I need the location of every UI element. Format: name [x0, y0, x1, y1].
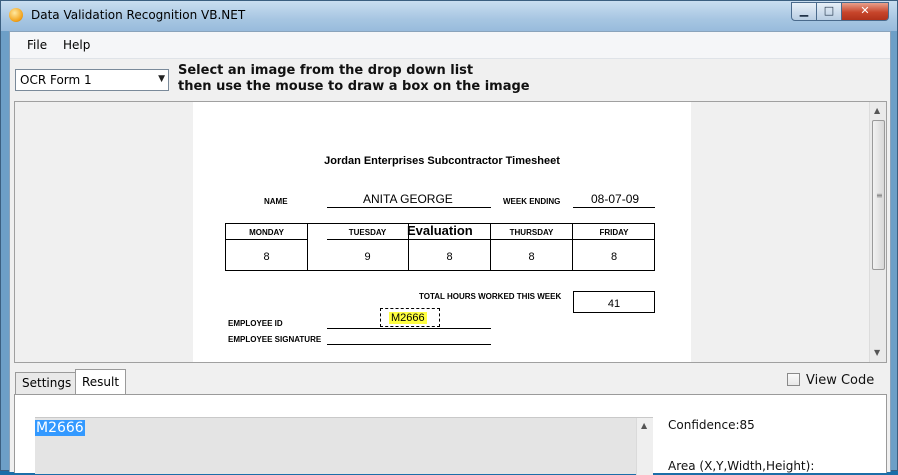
employee-id-label: EMPLOYEE ID — [228, 319, 283, 328]
title-bar[interactable]: Data Validation Recognition VB.NET ▁ □ ✕ — [1, 1, 897, 31]
day-cell: FRIDAY 8 — [573, 224, 655, 270]
window-title: Data Validation Recognition VB.NET — [31, 8, 246, 22]
signature-underline — [327, 344, 491, 345]
chevron-down-icon[interactable]: ▼ — [158, 74, 165, 84]
scroll-down-icon[interactable]: ▼ — [874, 348, 880, 357]
form-title: Jordan Enterprises Subcontractor Timeshe… — [324, 155, 560, 167]
day-label: THURSDAY — [491, 224, 572, 240]
confidence-label: Confidence:85 — [668, 418, 755, 432]
view-code-checkbox[interactable] — [787, 373, 800, 386]
result-vertical-scrollbar[interactable]: ▲ — [636, 418, 653, 475]
name-value: ANITA GEORGE — [363, 192, 453, 206]
week-ending-value: 08-07-09 — [591, 192, 640, 206]
day-cell: THURSDAY 8 — [491, 224, 573, 270]
app-icon — [9, 8, 23, 22]
menu-file[interactable]: File — [27, 38, 47, 52]
day-hours: 8 — [528, 251, 535, 263]
result-text: M2666 — [35, 420, 85, 436]
tab-strip: Settings Result View Code — [14, 369, 887, 394]
toolbar: OCR Form 1 ▼ Select an image from the dr… — [10, 59, 890, 99]
week-ending-label: WEEK ENDING — [503, 197, 561, 206]
app-window: Data Validation Recognition VB.NET ▁ □ ✕… — [0, 0, 898, 475]
selection-box[interactable]: M2666 — [380, 308, 440, 327]
scroll-thumb[interactable]: ≡ — [872, 120, 885, 270]
form-select-dropdown[interactable]: OCR Form 1 ▼ — [15, 69, 169, 91]
signature-label: EMPLOYEE SIGNATURE — [228, 335, 322, 344]
result-textbox[interactable]: M2666 ▲ — [35, 417, 653, 475]
view-code-label: View Code — [806, 373, 875, 388]
menu-bar: File Help — [10, 32, 890, 59]
menu-help[interactable]: Help — [63, 38, 90, 52]
employee-id-underline — [327, 328, 491, 329]
day-label: MONDAY — [226, 224, 307, 240]
day-hours: 8 — [263, 251, 270, 263]
instruction-line-2: then use the mouse to draw a box on the … — [178, 79, 530, 94]
minimize-button[interactable]: ▁ — [791, 2, 817, 21]
day-hours: 8 — [610, 251, 618, 263]
name-label: NAME — [264, 197, 288, 206]
scroll-up-icon[interactable]: ▲ — [874, 106, 880, 115]
tab-result[interactable]: Result — [75, 369, 127, 394]
timesheet-image[interactable]: Jordan Enterprises Subcontractor Timeshe… — [193, 102, 691, 362]
day-hours: 8 — [446, 251, 453, 263]
scroll-up-icon[interactable]: ▲ — [641, 421, 647, 430]
total-hours-label: TOTAL HOURS WORKED THIS WEEK — [419, 292, 562, 301]
day-label: TUESDAY — [327, 224, 408, 240]
day-label: FRIDAY — [573, 224, 655, 240]
name-underline — [327, 207, 491, 208]
grip-icon: ≡ — [876, 191, 883, 200]
day-cell: TUESDAY 9 — [327, 224, 409, 270]
total-hours-value: 41 — [573, 291, 655, 313]
day-cell: MONDAY 8 — [226, 224, 308, 270]
image-vertical-scrollbar[interactable]: ▲ ≡ ▼ — [869, 102, 886, 362]
maximize-button[interactable]: □ — [816, 2, 842, 21]
close-button[interactable]: ✕ — [841, 2, 889, 21]
week-ending-underline — [573, 207, 655, 208]
employee-id-value: M2666 — [389, 312, 427, 324]
image-viewer[interactable]: Jordan Enterprises Subcontractor Timeshe… — [14, 101, 887, 363]
evaluation-watermark: Evaluation — [407, 223, 473, 238]
form-select-value: OCR Form 1 — [20, 73, 92, 87]
tab-settings[interactable]: Settings — [15, 372, 79, 394]
instruction-line-1: Select an image from the drop down list — [178, 63, 474, 78]
client-area: File Help OCR Form 1 ▼ Select an image f… — [9, 31, 891, 475]
day-hours: 9 — [364, 251, 371, 263]
view-code-toggle[interactable]: View Code — [787, 373, 874, 388]
result-panel: M2666 ▲ Confidence:85 Area (X,Y,Width,He… — [14, 394, 887, 475]
